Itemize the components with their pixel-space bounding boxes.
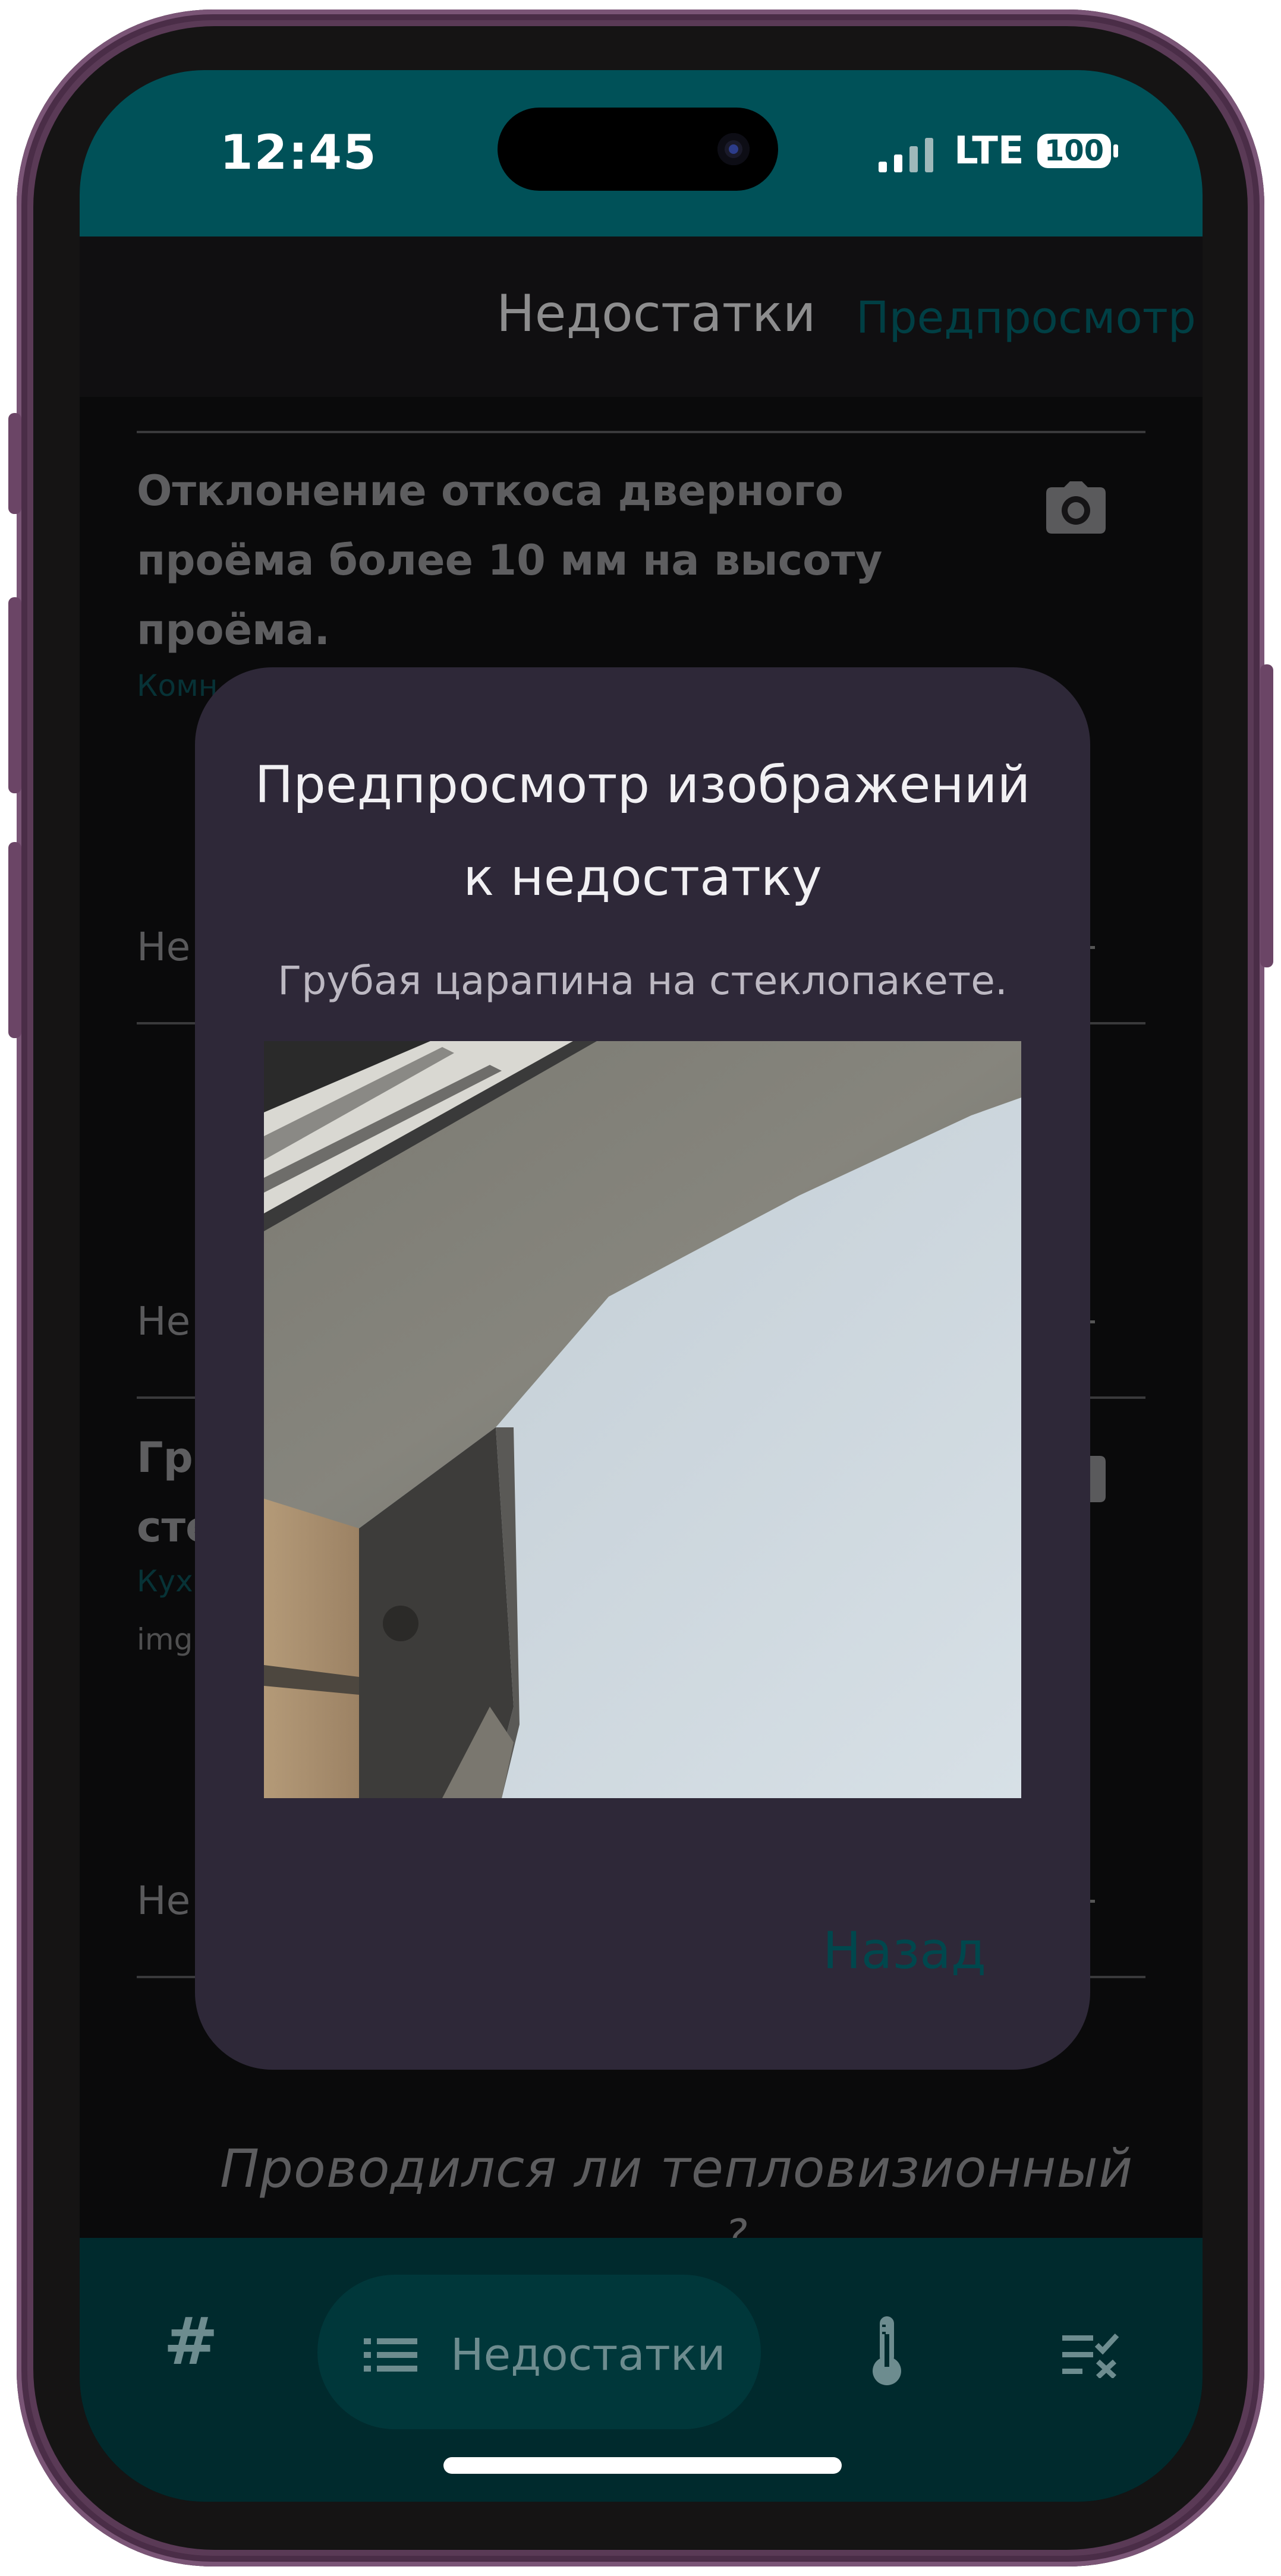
page-title: Недостатки (496, 284, 816, 343)
signal-icon (879, 137, 935, 172)
dialog-title-line2: к недостатку (463, 848, 822, 907)
image-filename: img (137, 1622, 193, 1657)
battery-tip (1113, 144, 1118, 157)
list-row-label: Не (137, 924, 191, 970)
dynamic-island (498, 108, 778, 191)
defect-location: Комн (137, 669, 218, 703)
defect-title: Отклонение откоса дверного проёма более … (137, 466, 883, 654)
list-icon (364, 2338, 417, 2372)
list-row-label: Не (137, 1298, 191, 1344)
home-indicator[interactable] (443, 2457, 842, 2474)
list-divider (137, 431, 1145, 433)
nav-item-defects-label: Недостатки (451, 2329, 726, 2380)
dialog-subtitle: Грубая царапина на стеклопакете. (278, 958, 1008, 1004)
side-button-volume-up (8, 597, 21, 793)
camera-icon[interactable] (1046, 481, 1106, 534)
defect-photo (264, 1041, 1021, 1798)
thermometer-icon[interactable] (869, 2316, 905, 2388)
battery-icon: 100 (1037, 134, 1111, 168)
checklist-icon[interactable] (1062, 2331, 1122, 2378)
side-button-volume-down (8, 842, 21, 1038)
defect-location: Кух (137, 1564, 193, 1598)
side-button-power (1260, 664, 1273, 967)
dialog-title: Предпросмотр изображений к недостатку (195, 739, 1090, 924)
dialog-title-line1: Предпросмотр изображений (254, 755, 1031, 815)
question-text: Проводился ли тепловизионный (220, 2138, 1134, 2199)
side-button-silent (8, 413, 21, 514)
back-button[interactable]: Назад (823, 1921, 986, 1981)
list-row-label: Не (137, 1878, 191, 1924)
network-type: LTE (954, 129, 1024, 173)
hash-icon[interactable]: # (163, 2303, 218, 2379)
status-time: 12:45 (220, 125, 377, 180)
front-camera-icon (717, 133, 750, 165)
preview-link[interactable]: Предпросмотр (856, 292, 1196, 343)
